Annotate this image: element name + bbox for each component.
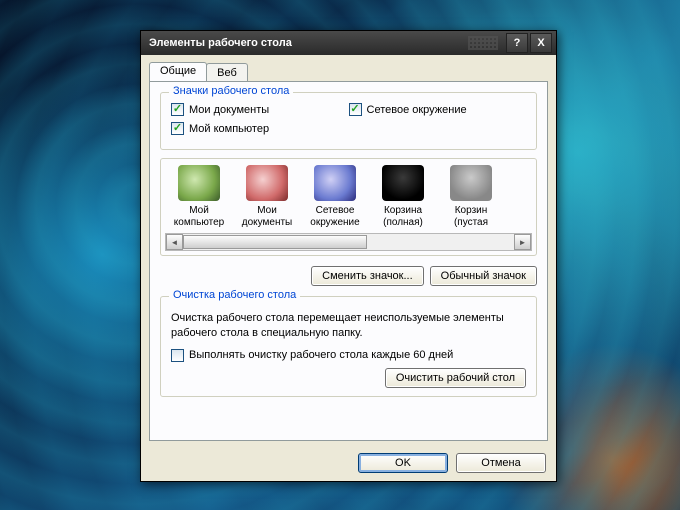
checkbox-icon [349,103,362,116]
icon-item-recycle-empty[interactable]: Корзин (пустая [439,165,503,229]
horizontal-scrollbar[interactable]: ◄ ► [165,233,532,251]
help-button[interactable]: ? [506,33,528,53]
cleanup-description: Очистка рабочего стола перемещает неиспо… [171,311,526,341]
icon-item-recycle-full[interactable]: Корзина (полная) [371,165,435,229]
icon-label: Корзина [371,205,435,217]
check-label: Мои документы [189,104,269,116]
tab-strip: Общие Веб [149,61,247,80]
dialog-window: Элементы рабочего стола ? X Общие Веб Зн… [140,30,557,482]
icon-label: (пустая [439,217,503,229]
icon-label: (полная) [371,217,435,229]
recycle-bin-full-icon [382,165,424,201]
icon-item-my-computer[interactable]: Мой компьютер [167,165,231,229]
client-area: Общие Веб Значки рабочего стола Мои доку… [141,55,556,481]
tab-page-general: Значки рабочего стола Мои документы Сете… [149,81,548,441]
icon-label: Сетевое [303,205,367,217]
recycle-bin-empty-icon [450,165,492,201]
check-label: Мой компьютер [189,123,269,135]
checkbox-icon [171,122,184,135]
tab-general[interactable]: Общие [149,62,207,81]
group-desktop-cleanup: Очистка рабочего стола Очистка рабочего … [160,296,537,397]
check-label: Выполнять очистку рабочего стола каждые … [189,349,453,361]
check-cleanup-60-days[interactable]: Выполнять очистку рабочего стола каждые … [171,349,526,362]
icon-label: окружение [303,217,367,229]
checkbox-icon [171,349,184,362]
titlebar[interactable]: Элементы рабочего стола ? X [141,31,556,55]
icon-label: документы [235,217,299,229]
check-my-documents[interactable]: Мои документы [171,103,349,116]
window-title: Элементы рабочего стола [149,37,468,49]
scroll-right-icon[interactable]: ► [514,234,531,250]
icon-item-network[interactable]: Сетевое окружение [303,165,367,229]
default-icon-button[interactable]: Обычный значок [430,266,537,286]
cancel-button[interactable]: Отмена [456,453,546,473]
check-network-places[interactable]: Сетевое окружение [349,103,527,116]
scroll-left-icon[interactable]: ◄ [166,234,183,250]
icon-label: Корзин [439,205,503,217]
my-computer-icon [178,165,220,201]
icon-label: компьютер [167,217,231,229]
network-icon [314,165,356,201]
icon-label: Мой [167,205,231,217]
check-label: Сетевое окружение [367,104,467,116]
group-desktop-icons-title: Значки рабочего стола [169,85,293,97]
clean-desktop-button[interactable]: Очистить рабочий стол [385,368,526,388]
tab-web[interactable]: Веб [206,63,248,82]
close-button[interactable]: X [530,33,552,53]
icon-preview-strip: Мой компьютер Мои документы Сетевое окру… [160,158,537,256]
group-desktop-icons: Значки рабочего стола Мои документы Сете… [160,92,537,150]
dialog-buttons: OK Отмена [358,453,546,473]
icon-item-my-documents[interactable]: Мои документы [235,165,299,229]
ok-button[interactable]: OK [358,453,448,473]
change-icon-button[interactable]: Сменить значок... [311,266,424,286]
icon-label: Мои [235,205,299,217]
check-my-computer[interactable]: Мой компьютер [171,122,349,135]
titlebar-grip-icon [468,36,498,50]
desktop-wallpaper: Элементы рабочего стола ? X Общие Веб Зн… [0,0,680,510]
scroll-track[interactable] [183,235,514,249]
scroll-thumb[interactable] [183,235,367,249]
group-cleanup-title: Очистка рабочего стола [169,289,300,301]
checkbox-icon [171,103,184,116]
my-documents-icon [246,165,288,201]
